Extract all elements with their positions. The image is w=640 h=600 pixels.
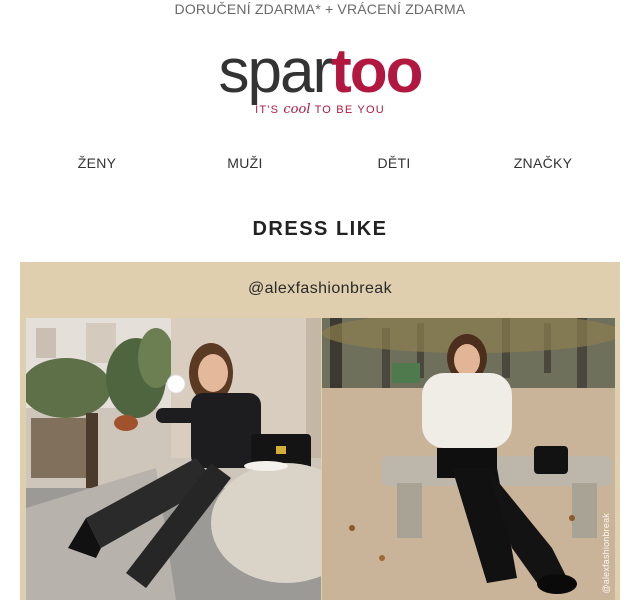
nav-item-zeny[interactable]: ŽENY: [78, 155, 117, 171]
promo-banner[interactable]: DORUČENÍ ZDARMA* + VRÁCENÍ ZDARMA: [0, 0, 640, 20]
nav-item-muzi[interactable]: MUŽI: [227, 155, 262, 171]
nav-item-deti[interactable]: DĚTI: [377, 155, 410, 171]
logo-part-spar: spar: [218, 37, 334, 106]
tagline-post: TO BE YOU: [314, 104, 385, 116]
spartoo-logo[interactable]: spartoo IT'S cool TO BE YOU: [0, 37, 640, 118]
main-nav: ŽENY MUŽI DĚTI ZNAČKY: [0, 155, 640, 175]
logo-wordmark: spartoo: [218, 37, 424, 106]
cafe-photo-illustration: [26, 318, 321, 600]
tagline-pre: IT'S: [255, 104, 280, 116]
logo-tagline: IT'S cool TO BE YOU: [0, 102, 640, 117]
influencer-photo-cafe[interactable]: [26, 318, 321, 600]
influencer-photo-park[interactable]: @alexfashionbreak: [322, 318, 615, 600]
influencer-panel: @alexfashionbreak @alexfashionbreak: [20, 262, 620, 600]
tagline-cool: cool: [283, 102, 311, 117]
section-title: DRESS LIKE: [252, 218, 388, 240]
park-photo-illustration: [322, 318, 615, 600]
nav-item-znacky[interactable]: ZNAČKY: [514, 155, 573, 171]
influencer-handle[interactable]: @alexfashionbreak: [20, 280, 620, 298]
logo-part-too: too: [331, 37, 423, 106]
photo-watermark: @alexfashionbreak: [601, 513, 611, 594]
